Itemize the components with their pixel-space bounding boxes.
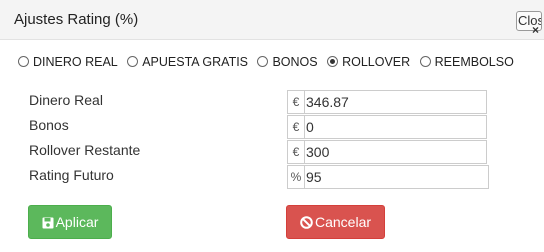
rollover-restante-label: Rollover Restante (29, 142, 141, 158)
apply-button-label: Aplicar (55, 214, 99, 230)
apply-button[interactable]: Aplicar (28, 205, 112, 239)
cancel-button-label: Cancelar (314, 214, 372, 230)
euro-addon: € (287, 140, 305, 164)
radio-rollover[interactable]: ROLLOVER (327, 55, 410, 69)
bet-type-radio-group: DINERO REAL APUESTA GRATIS BONOS ROLLOVE… (18, 53, 519, 69)
radio-label: DINERO REAL (33, 55, 118, 69)
radio-button[interactable] (257, 56, 269, 67)
bonos-label: Bonos (29, 117, 69, 133)
dialog-title: Ajustes Rating (%) (14, 11, 139, 28)
ban-icon (300, 216, 313, 229)
save-icon (42, 217, 54, 229)
rollover-restante-input[interactable] (305, 140, 487, 164)
radio-button-checked[interactable] (327, 56, 339, 67)
cancel-button[interactable]: Cancelar (286, 205, 385, 239)
rating-futuro-label: Rating Futuro (29, 167, 114, 183)
dialog-header: Ajustes Rating (%) Close × (0, 0, 544, 40)
radio-label: ROLLOVER (342, 55, 411, 69)
radio-apuesta-gratis[interactable]: APUESTA GRATIS (127, 55, 248, 69)
euro-addon: € (287, 115, 305, 139)
radio-label: REEMBOLSO (434, 55, 514, 69)
radio-button[interactable] (18, 56, 29, 67)
rating-futuro-input[interactable] (305, 165, 489, 189)
radio-button[interactable] (127, 56, 139, 67)
radio-bonos[interactable]: BONOS (257, 55, 318, 69)
radio-label: APUESTA GRATIS (142, 55, 249, 69)
bonos-input[interactable] (305, 115, 487, 139)
radio-dinero-real[interactable]: DINERO REAL (18, 55, 118, 69)
percent-addon: % (287, 165, 305, 189)
euro-addon: € (287, 90, 305, 114)
dinero-real-label: Dinero Real (29, 92, 103, 108)
radio-reembolso[interactable]: REEMBOLSO (419, 55, 514, 69)
radio-button[interactable] (419, 56, 431, 67)
radio-label: BONOS (272, 55, 318, 69)
rating-settings-dialog: Ajustes Rating (%) Close × DINERO REAL A… (0, 0, 544, 252)
close-icon[interactable]: × (532, 24, 539, 36)
dinero-real-input[interactable] (305, 90, 487, 114)
